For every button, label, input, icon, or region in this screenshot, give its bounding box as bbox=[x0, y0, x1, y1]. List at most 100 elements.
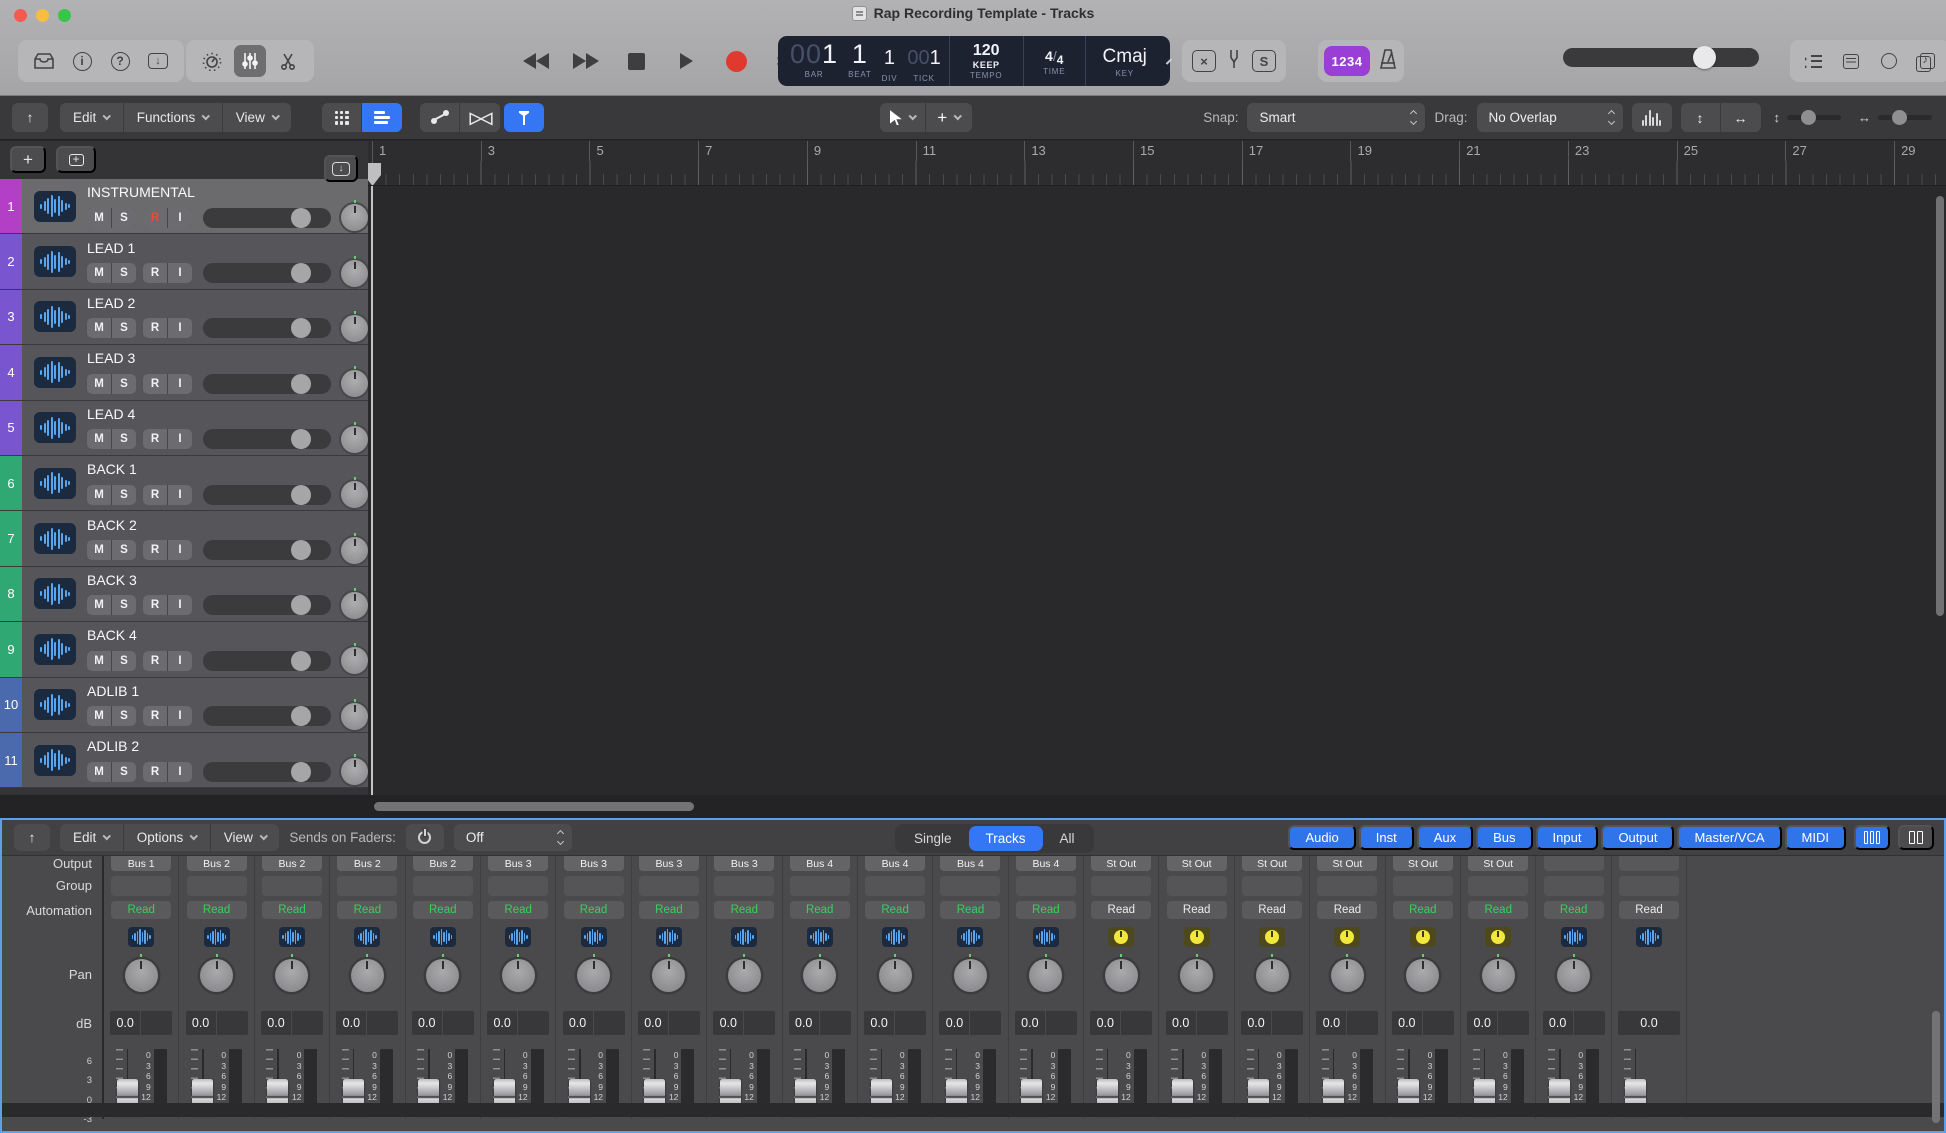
stop-button[interactable] bbox=[616, 43, 656, 79]
volume-readout[interactable]: 0.0 bbox=[185, 1011, 248, 1035]
volume-readout[interactable]: 0.0 bbox=[487, 1011, 550, 1035]
group-slot[interactable] bbox=[940, 876, 1001, 896]
channel-strip[interactable]: Bus 4 Read 0.0 0 3 6 9 12 15 bbox=[933, 856, 1009, 1119]
mixer-filter-button[interactable]: Output bbox=[1601, 825, 1675, 850]
pan-knob[interactable] bbox=[1180, 958, 1214, 992]
solo-button[interactable]: S bbox=[112, 373, 136, 394]
track-pan-knob[interactable] bbox=[341, 259, 368, 287]
volume-readout[interactable]: 0.0 bbox=[110, 1011, 173, 1035]
output-assignment-button[interactable]: St Out bbox=[1317, 856, 1378, 871]
tracks-functions-menu[interactable]: Functions bbox=[124, 103, 223, 132]
hide-tracks-header-button[interactable]: ↑ bbox=[12, 103, 48, 132]
catch-playhead-button[interactable] bbox=[504, 103, 544, 132]
volume-readout[interactable]: 0.0 bbox=[1618, 1011, 1680, 1035]
mute-button[interactable]: M bbox=[87, 318, 111, 339]
mixer-filter-button[interactable]: Inst bbox=[1358, 825, 1414, 850]
volume-knob[interactable] bbox=[291, 429, 311, 450]
track-row[interactable]: 6 BACK 1 M S R I bbox=[0, 455, 368, 512]
volume-readout[interactable]: 0.0 bbox=[637, 1011, 700, 1035]
channel-strip[interactable]: Bus 3 Read 0.0 0 3 6 9 12 15 bbox=[556, 856, 632, 1119]
solo-button[interactable]: S bbox=[112, 484, 136, 505]
mute-button[interactable]: M bbox=[87, 761, 111, 782]
master-volume-slider[interactable] bbox=[1563, 46, 1759, 69]
track-volume-slider[interactable] bbox=[203, 484, 331, 505]
track-pan-knob[interactable] bbox=[341, 314, 368, 342]
output-assignment-button[interactable]: Bus 2 bbox=[337, 856, 398, 871]
mixer-filter-button[interactable]: MIDI bbox=[1784, 825, 1846, 850]
solo-button[interactable]: S bbox=[112, 263, 136, 284]
automation-mode-button[interactable]: Read bbox=[412, 901, 473, 919]
mute-button[interactable]: M bbox=[87, 484, 111, 505]
volume-readout[interactable]: 0.0 bbox=[562, 1011, 625, 1035]
solo-button[interactable]: S bbox=[112, 207, 136, 228]
record-enable-button[interactable]: R bbox=[143, 761, 167, 782]
record-enable-button[interactable]: R bbox=[143, 540, 167, 561]
input-monitor-button[interactable]: I bbox=[168, 318, 192, 339]
pan-knob[interactable] bbox=[426, 958, 460, 992]
output-assignment-button[interactable]: Bus 2 bbox=[412, 856, 473, 871]
output-assignment-button[interactable]: Bus 3 bbox=[714, 856, 775, 871]
volume-readout[interactable]: 0.0 bbox=[1316, 1011, 1379, 1035]
quick-help-button[interactable]: ? bbox=[104, 45, 136, 77]
channel-strip[interactable]: Bus 3 Read 0.0 0 3 6 9 12 15 bbox=[481, 856, 557, 1119]
pan-knob[interactable] bbox=[652, 958, 686, 992]
record-enable-button[interactable]: R bbox=[143, 595, 167, 616]
output-assignment-button[interactable]: Bus 2 bbox=[186, 856, 247, 871]
mute-button[interactable]: M bbox=[87, 207, 111, 228]
input-monitor-button[interactable]: I bbox=[168, 650, 192, 671]
pan-knob[interactable] bbox=[878, 958, 912, 992]
mute-button[interactable]: M bbox=[87, 650, 111, 671]
channel-strip[interactable]: St Out Read 0.0 0 3 6 9 12 15 bbox=[1386, 856, 1462, 1119]
automation-button[interactable] bbox=[420, 103, 460, 132]
solo-button[interactable]: S bbox=[112, 706, 136, 727]
track-volume-slider[interactable] bbox=[203, 761, 331, 782]
automation-mode-button[interactable]: Read bbox=[111, 901, 172, 919]
channel-strip[interactable]: Bus 2 Read 0.0 0 3 6 9 12 15 bbox=[255, 856, 331, 1119]
vertical-scrollbar[interactable] bbox=[1936, 196, 1944, 616]
tracks-edit-menu[interactable]: Edit bbox=[60, 103, 124, 132]
output-assignment-button[interactable]: St Out bbox=[1242, 856, 1303, 871]
mute-button[interactable]: M bbox=[87, 540, 111, 561]
drag-dropdown[interactable]: No Overlap bbox=[1476, 103, 1623, 132]
solo-button[interactable]: S bbox=[112, 540, 136, 561]
track-pan-knob[interactable] bbox=[341, 758, 368, 786]
volume-readout[interactable]: 0.0 bbox=[1241, 1011, 1304, 1035]
volume-knob[interactable] bbox=[291, 484, 311, 505]
track-row[interactable]: 2 LEAD 1 M S R I bbox=[0, 234, 368, 290]
vertical-auto-zoom-button[interactable]: ↕ bbox=[1681, 103, 1721, 132]
mixer-edit-menu[interactable]: Edit bbox=[60, 824, 124, 851]
track-header-config-button[interactable]: ↓ bbox=[324, 155, 358, 182]
track-volume-slider[interactable] bbox=[203, 207, 331, 228]
record-enable-button[interactable]: R bbox=[143, 318, 167, 339]
group-slot[interactable] bbox=[1166, 876, 1227, 896]
wide-channel-view-button[interactable] bbox=[1898, 825, 1934, 850]
track-volume-slider[interactable] bbox=[203, 706, 331, 727]
volume-knob[interactable] bbox=[291, 761, 311, 782]
crossfade-button[interactable]: ▷◁ bbox=[460, 103, 500, 132]
track-pan-knob[interactable] bbox=[341, 702, 368, 730]
volume-readout[interactable]: 0.0 bbox=[939, 1011, 1002, 1035]
track-name[interactable]: INSTRUMENTAL bbox=[87, 184, 368, 200]
track-pan-knob[interactable] bbox=[341, 481, 368, 509]
automation-mode-button[interactable]: Read bbox=[1468, 901, 1529, 919]
group-slot[interactable] bbox=[865, 876, 926, 896]
record-enable-button[interactable]: R bbox=[143, 484, 167, 505]
record-enable-button[interactable]: R bbox=[143, 263, 167, 284]
channel-strip[interactable]: Bus 2 Read 0.0 0 3 6 9 12 15 bbox=[179, 856, 255, 1119]
group-slot[interactable] bbox=[1392, 876, 1453, 896]
track-list-view-button[interactable] bbox=[362, 103, 402, 132]
pan-knob[interactable] bbox=[501, 958, 535, 992]
volume-readout[interactable]: 0.0 bbox=[1542, 1011, 1605, 1035]
list-editors-icon[interactable] bbox=[1798, 48, 1828, 74]
sends-power-button[interactable] bbox=[405, 824, 444, 851]
track-row[interactable]: 1 INSTRUMENTAL M S R I bbox=[0, 179, 368, 235]
horizontal-auto-zoom-button[interactable]: ↔ bbox=[1721, 103, 1761, 132]
tuner-icon[interactable] bbox=[1226, 49, 1242, 74]
pan-knob[interactable] bbox=[350, 958, 384, 992]
track-volume-slider[interactable] bbox=[203, 650, 331, 671]
volume-knob[interactable] bbox=[291, 373, 311, 394]
record-enable-button[interactable]: R bbox=[143, 429, 167, 450]
group-slot[interactable] bbox=[714, 876, 775, 896]
mixer-vertical-scrollbar[interactable] bbox=[1932, 1011, 1940, 1123]
snap-dropdown[interactable]: Smart bbox=[1247, 103, 1426, 132]
